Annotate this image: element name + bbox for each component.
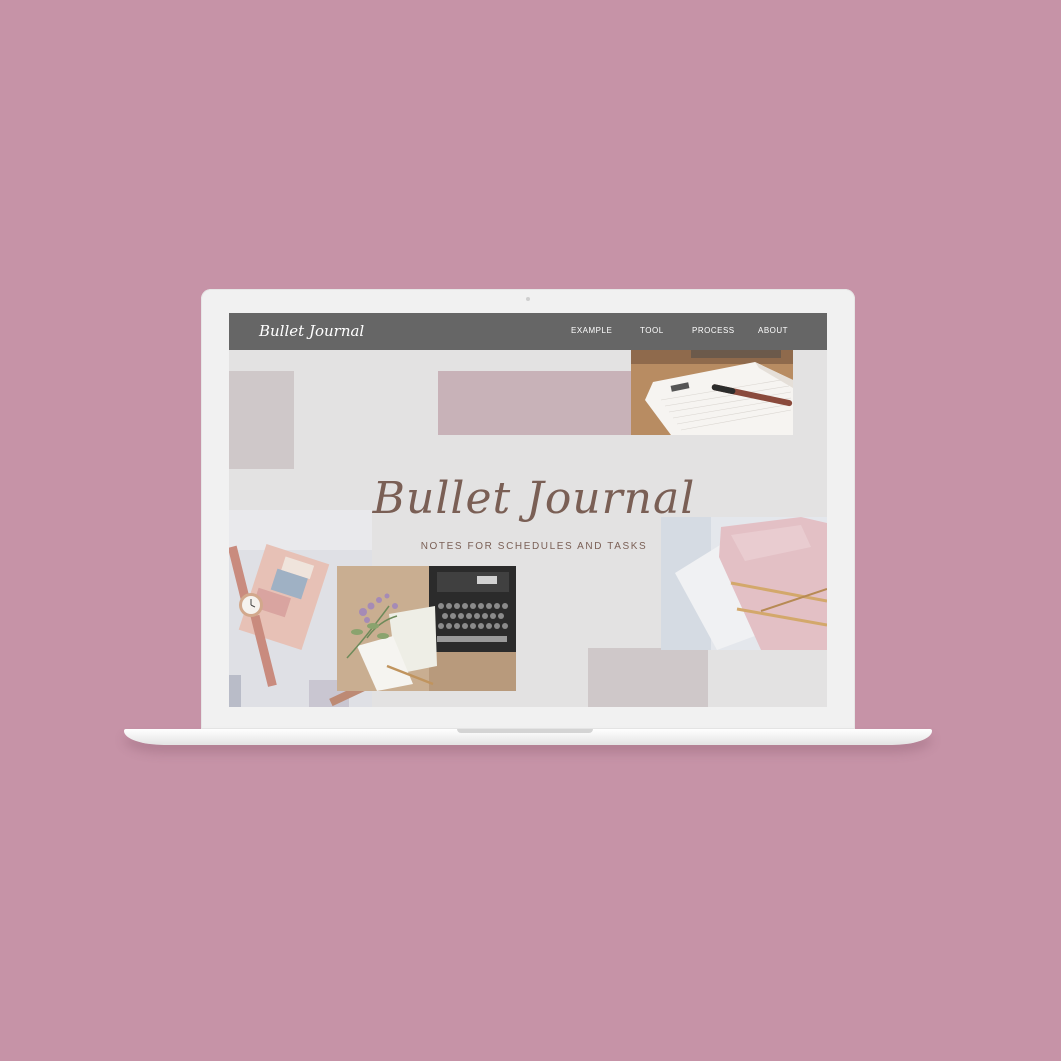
gray-block-left	[229, 371, 294, 469]
flowers-typewriter-photo	[337, 566, 516, 691]
nav-item-example[interactable]: EXAMPLE	[571, 326, 612, 335]
navbar: Bullet Journal EXAMPLE TOOL PROCESS ABOU…	[229, 313, 827, 350]
notebook-pen-photo	[631, 350, 793, 435]
website-screen: Bullet Journal EXAMPLE TOOL PROCESS ABOU…	[229, 313, 827, 707]
nav-item-about[interactable]: ABOUT	[758, 326, 788, 335]
pink-block-top	[438, 371, 632, 435]
gray-block-bottom	[588, 648, 708, 707]
brand-logo[interactable]: Bullet Journal	[259, 322, 364, 340]
camera-dot	[526, 297, 530, 301]
nav-item-tool[interactable]: TOOL	[640, 326, 664, 335]
hero-subtitle: NOTES FOR SCHEDULES AND TASKS	[420, 541, 648, 552]
laptop-hinge-notch	[457, 729, 593, 733]
pink-journal-pencils-photo	[661, 517, 827, 650]
nav-item-process[interactable]: PROCESS	[692, 326, 735, 335]
hero-title: Bullet Journal	[372, 473, 696, 524]
